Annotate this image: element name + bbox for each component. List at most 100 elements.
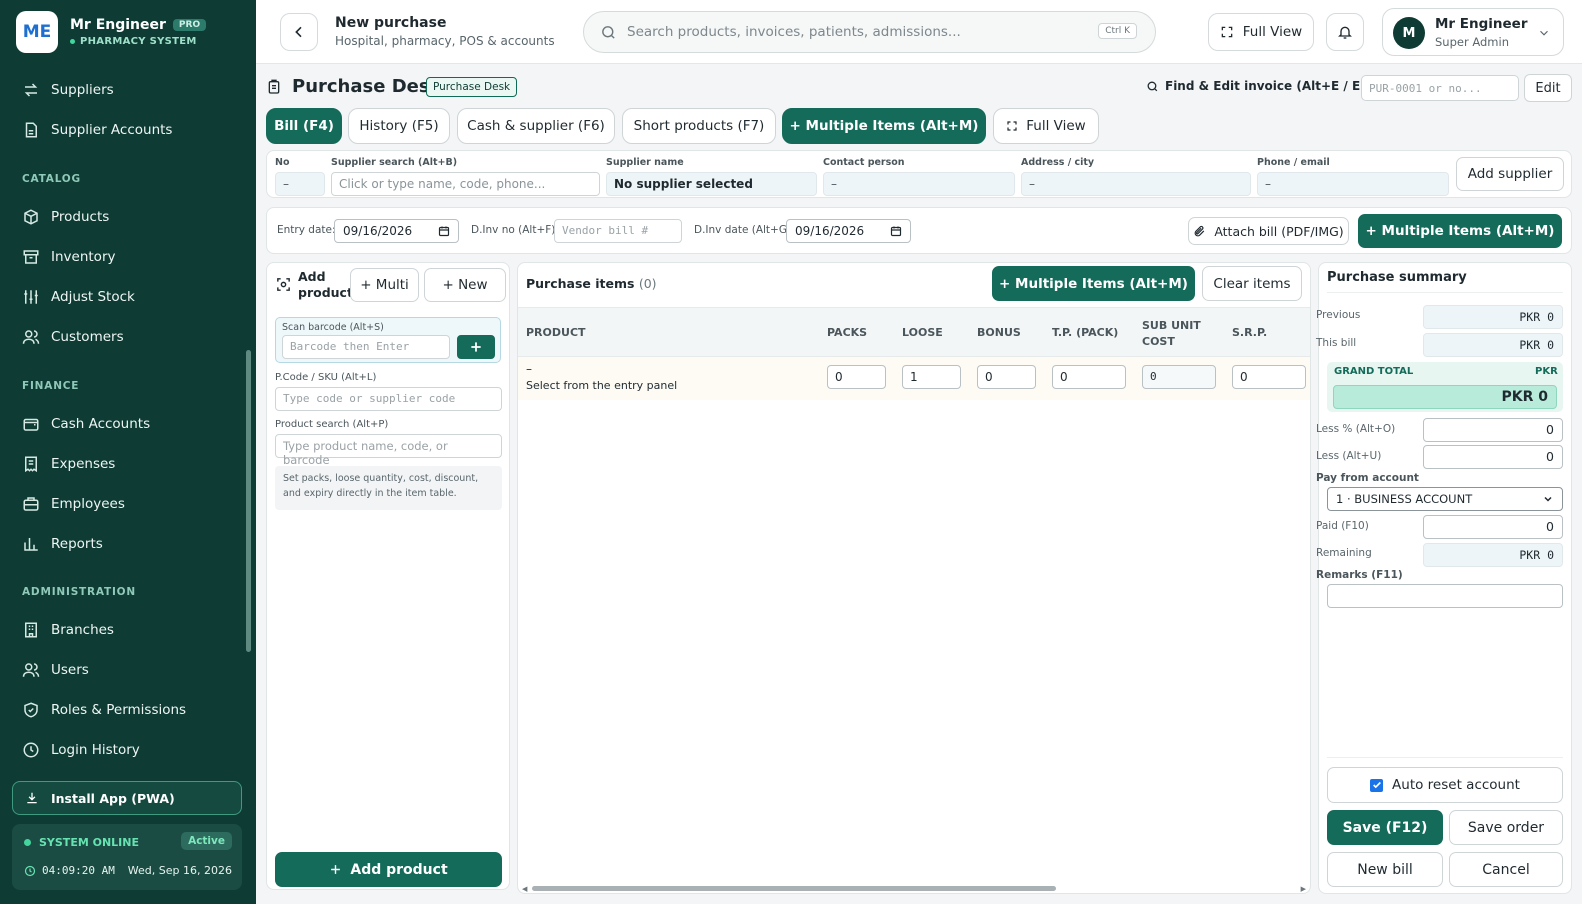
tp-pack-input[interactable]: 0	[1052, 365, 1126, 389]
sidebar: ME Mr Engineer PRO PHARMACY SYSTEM Suppli…	[0, 0, 256, 904]
sidebar-item-label: Supplier Accounts	[51, 122, 173, 138]
multiple-items-button[interactable]: + Multiple Items (Alt+M)	[782, 108, 986, 144]
paid-label: Paid (F10)	[1316, 520, 1369, 532]
save-button[interactable]: Save (F12)	[1327, 810, 1443, 845]
shortcut-hint: Ctrl K	[1098, 23, 1137, 39]
add-product-label: Add product	[350, 861, 448, 878]
sidebar-item-expenses[interactable]: Expenses	[22, 452, 115, 476]
supplier-search-label: Supplier search (Alt+B)	[331, 157, 458, 168]
srp-input[interactable]: 0	[1232, 365, 1306, 389]
clipboard-icon	[268, 79, 280, 94]
search-icon	[602, 25, 615, 39]
install-app-button[interactable]: Install App (PWA)	[12, 781, 242, 815]
dinv-date-value: 09/16/2026	[795, 224, 865, 238]
tab-full-view[interactable]: Full View	[993, 108, 1099, 144]
remarks-input[interactable]	[1327, 584, 1563, 608]
sidebar-scroll-thumb[interactable]	[246, 350, 251, 652]
edit-invoice-button[interactable]: Edit	[1524, 74, 1572, 102]
add-product-button[interactable]: Add product	[275, 852, 502, 887]
sidebar-item-label: Expenses	[51, 456, 116, 472]
less-input[interactable]: 0	[1423, 445, 1563, 469]
brand[interactable]: ME Mr Engineer PRO PHARMACY SYSTEM	[16, 11, 207, 53]
wallet-icon	[23, 418, 39, 431]
scroll-left-icon[interactable]: ◀	[522, 885, 527, 893]
sidebar-item-roles-permissions[interactable]: Roles & Permissions	[22, 698, 186, 722]
horizontal-scrollbar[interactable]: ◀ ▶	[522, 885, 1306, 893]
entry-date-input[interactable]: 09/16/2026	[334, 219, 459, 243]
summary-divider	[1327, 757, 1563, 758]
user-menu[interactable]: M Mr Engineer Super Admin	[1382, 8, 1564, 56]
multiple-items-label: + Multiple Items (Alt+M)	[999, 275, 1188, 292]
sliders-icon	[24, 290, 38, 304]
avatar: M	[1393, 17, 1425, 49]
add-supplier-button[interactable]: Add supplier	[1456, 157, 1564, 191]
less-percent-input[interactable]: 0	[1423, 418, 1563, 442]
sidebar-item-adjust-stock[interactable]: Adjust Stock	[22, 285, 135, 309]
auto-reset-checkbox[interactable]	[1370, 778, 1384, 792]
multiple-items-button-2[interactable]: + Multiple Items (Alt+M)	[1358, 214, 1562, 248]
pay-from-account-value: 1 · BUSINESS ACCOUNT	[1336, 492, 1473, 506]
loose-input[interactable]: 1	[902, 365, 961, 389]
packs-input[interactable]: 0	[827, 365, 886, 389]
sidebar-item-branches[interactable]: Branches	[22, 618, 114, 642]
sidebar-item-supplier-accounts[interactable]: Supplier Accounts	[22, 118, 172, 142]
find-invoice-input[interactable]: PUR-0001 or no...	[1361, 75, 1519, 101]
sidebar-item-products[interactable]: Products	[22, 205, 109, 229]
archive-icon	[23, 250, 39, 264]
add-barcode-button[interactable]	[457, 335, 495, 359]
chevron-left-icon	[295, 26, 302, 38]
briefcase-icon	[23, 497, 39, 511]
sidebar-item-customers[interactable]: Customers	[22, 325, 124, 349]
multi-button[interactable]: + Multi	[350, 268, 419, 302]
full-view-button[interactable]: Full View	[1208, 13, 1314, 51]
tab-history[interactable]: History (F5)	[348, 108, 450, 144]
horizontal-scroll-thumb[interactable]	[532, 886, 1056, 891]
items-count: (0)	[638, 276, 657, 291]
summary-divider	[1327, 292, 1563, 293]
dinv-date-input[interactable]: 09/16/2026	[786, 219, 911, 243]
bonus-input[interactable]: 0	[977, 365, 1036, 389]
vendor-bill-input[interactable]: Vendor bill #	[554, 219, 682, 243]
sidebar-item-users[interactable]: Users	[22, 658, 89, 682]
top-header: New purchase Hospital, pharmacy, POS & a…	[256, 0, 1582, 64]
item-table-hint: Set packs, loose quantity, cost, discoun…	[275, 466, 502, 510]
tab-bill[interactable]: Bill (F4)	[266, 108, 342, 144]
col-bonus: BONUS	[977, 326, 1021, 339]
attach-bill-button[interactable]: Attach bill (PDF/IMG)	[1188, 217, 1349, 245]
grand-total-value: PKR 0	[1333, 385, 1557, 409]
pay-from-account-select[interactable]: 1 · BUSINESS ACCOUNT	[1327, 487, 1563, 511]
back-button[interactable]	[280, 13, 318, 51]
product-search-input[interactable]: Type product name, code, or barcode	[275, 434, 502, 467]
pcode-input[interactable]: Type code or supplier code	[275, 387, 502, 411]
scroll-right-icon[interactable]: ▶	[1301, 885, 1306, 893]
sidebar-item-label: Employees	[51, 496, 125, 512]
sidebar-item-label: Login History	[51, 742, 140, 758]
sidebar-item-reports[interactable]: Reports	[22, 532, 103, 556]
page-subtitle: Hospital, pharmacy, POS & accounts	[335, 34, 555, 48]
barcode-input[interactable]: Barcode then Enter	[282, 335, 450, 359]
expand-icon	[1007, 121, 1017, 131]
sidebar-item-employees[interactable]: Employees	[22, 492, 125, 516]
sidebar-item-label: Adjust Stock	[51, 289, 135, 305]
tab-cash-supplier[interactable]: Cash & supplier (F6)	[457, 108, 615, 144]
supplier-search-input[interactable]: Click or type name, code, phone...	[331, 172, 600, 196]
new-product-button[interactable]: + New	[424, 268, 506, 302]
sub-unit-cost-input[interactable]: 0	[1142, 365, 1216, 389]
save-order-button[interactable]: Save order	[1449, 810, 1563, 845]
new-bill-button[interactable]: New bill	[1327, 852, 1443, 887]
global-search-input[interactable]: Search products, invoices, patients, adm…	[583, 11, 1156, 53]
sidebar-item-cash-accounts[interactable]: Cash Accounts	[22, 412, 150, 436]
auto-reset-toggle[interactable]: Auto reset account	[1327, 767, 1563, 803]
paid-input[interactable]: 0	[1423, 515, 1563, 539]
tab-short-products[interactable]: Short products (F7)	[622, 108, 776, 144]
sidebar-item-suppliers[interactable]: Suppliers	[22, 78, 114, 102]
sidebar-item-login-history[interactable]: Login History	[22, 738, 140, 762]
desk-title: Purchase Desk	[292, 76, 442, 97]
cancel-button[interactable]: Cancel	[1449, 852, 1563, 887]
sidebar-item-inventory[interactable]: Inventory	[22, 245, 115, 269]
swap-icon	[24, 83, 38, 97]
notifications-button[interactable]	[1326, 13, 1364, 51]
clear-items-button[interactable]: Clear items	[1202, 266, 1302, 301]
col-loose: LOOSE	[902, 326, 943, 339]
multiple-items-button-3[interactable]: + Multiple Items (Alt+M)	[992, 266, 1195, 301]
